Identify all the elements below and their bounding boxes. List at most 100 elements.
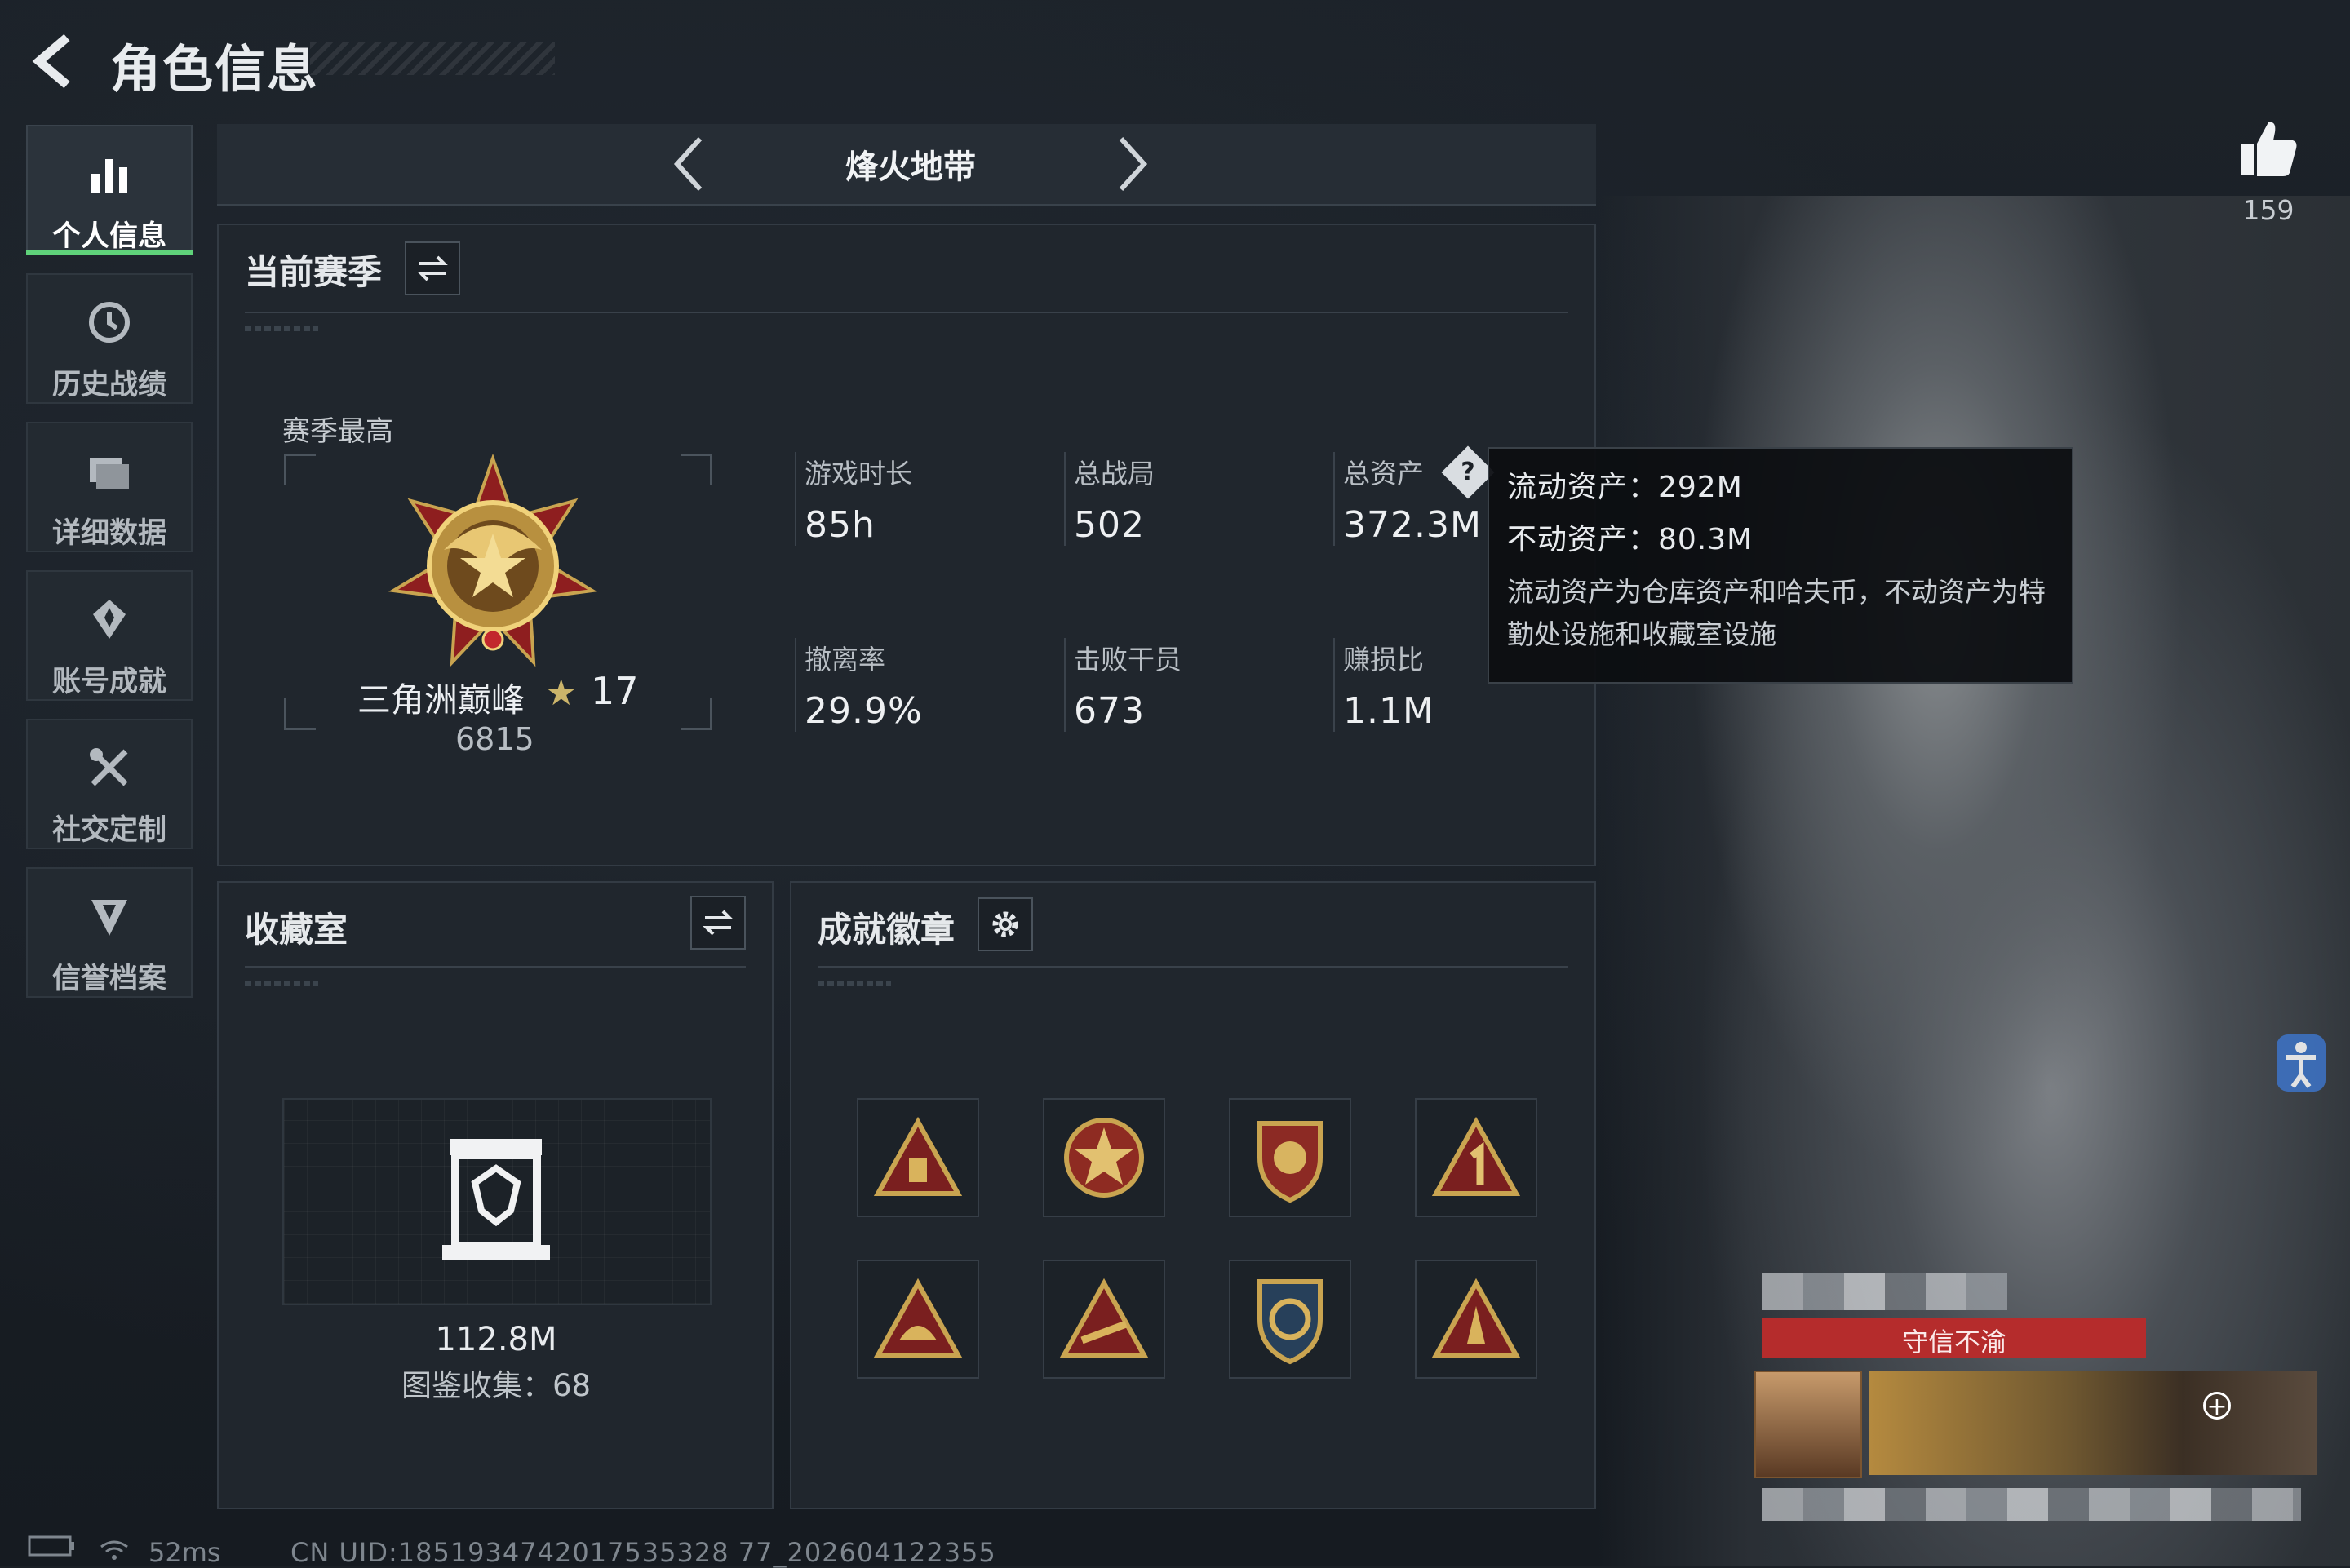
thumbs-up-icon[interactable] — [2236, 116, 2301, 181]
player-card[interactable]: 守信不渝 — [1746, 1315, 2317, 1491]
achievement-icon — [28, 595, 191, 644]
mode-title: 烽火地带 — [845, 148, 976, 186]
accessibility-button[interactable] — [2277, 1034, 2326, 1092]
mode-selector: 烽火地带 — [217, 124, 1596, 206]
badge-slot[interactable] — [1043, 1098, 1165, 1217]
collection-value: 112.8M — [435, 1321, 557, 1358]
sidebar-item-social-custom[interactable]: 社交定制 — [26, 719, 193, 849]
sidebar-item-label: 账号成就 — [51, 666, 166, 698]
ping-latency: 52ms — [149, 1537, 221, 1568]
rank-score: 6815 — [455, 721, 534, 757]
sidebar-item-label: 历史战绩 — [51, 369, 166, 401]
folder-icon — [28, 446, 191, 495]
chevron-right-icon[interactable] — [1098, 134, 1164, 194]
rank-level: 17 — [591, 669, 639, 713]
chevron-left-icon[interactable] — [658, 134, 723, 194]
star-medal-icon — [1064, 1118, 1144, 1198]
rocket-badge-icon — [1431, 1278, 1521, 1358]
wifi-icon — [100, 1540, 128, 1560]
stat-value: 673 — [1074, 690, 1145, 732]
stat-value: 85h — [805, 504, 876, 546]
title-banner-text: 守信不渝 — [1901, 1327, 2006, 1358]
catalog-count: 图鉴收集：68 — [401, 1368, 592, 1403]
stat-label: 游戏时长 — [805, 458, 912, 489]
title-decoration — [310, 42, 555, 75]
badge-slot[interactable] — [857, 1098, 979, 1217]
stat-label: 赚损比 — [1343, 644, 1424, 675]
question-mark-icon: ? — [1461, 458, 1475, 486]
fixed-assets: 不动资产：80.3M — [1507, 523, 1754, 556]
current-season-panel: 当前赛季 赛季最高 三角洲巅峰 ★ 17 6815 游戏时长 85h 总战局 5… — [217, 224, 1596, 866]
collection-room-display[interactable] — [282, 1098, 712, 1305]
stat-value: 502 — [1074, 504, 1145, 546]
help-button[interactable]: ? — [1441, 445, 1495, 499]
title-banner: 守信不渝 — [1762, 1318, 2146, 1358]
stat-label: 击败干员 — [1074, 644, 1182, 675]
rank-star-icon: ★ — [545, 672, 578, 714]
liquid-assets: 流动资产：292M — [1507, 471, 1743, 504]
season-best-label: 赛季最高 — [282, 415, 393, 448]
badge-slot[interactable] — [1229, 1260, 1351, 1379]
history-clock-icon — [28, 298, 191, 347]
sidebar-item-credit-record[interactable]: 信誉档案 — [26, 867, 193, 998]
badge-slot[interactable] — [1229, 1098, 1351, 1217]
frame-corner — [681, 454, 712, 485]
achievement-badges-panel: 成就徽章 — [790, 881, 1596, 1509]
assets-description: 流动资产为仓库资产和哈夫币，不动资产为特勤处设施和收藏室设施 — [1507, 576, 2046, 650]
swap-icon — [417, 255, 448, 281]
bar-chart-icon — [28, 149, 191, 198]
shield-credit-icon — [28, 892, 191, 941]
stat-value: 29.9% — [805, 690, 923, 732]
accessibility-icon — [2286, 1042, 2316, 1088]
collection-panel: 收藏室 112.8M 图鉴收集：68 — [217, 881, 774, 1509]
shield-badge-icon — [1257, 1121, 1323, 1203]
divider — [818, 966, 1568, 968]
stat-value: 1.1M — [1343, 690, 1434, 732]
stat-operators-defeated: 击败干员 673 — [1064, 638, 1182, 732]
badge-slot[interactable] — [1415, 1098, 1537, 1217]
assets-tooltip: 流动资产：292M 不动资产：80.3M 流动资产为仓库资产和哈夫币，不动资产为… — [1488, 447, 2073, 684]
badge-slot[interactable] — [1043, 1260, 1165, 1379]
sidebar-item-history[interactable]: 历史战绩 — [26, 273, 193, 404]
like-count: 159 — [2242, 194, 2295, 226]
display-case-icon — [442, 1139, 550, 1260]
avatar — [1754, 1371, 1862, 1478]
stat-total-matches: 总战局 502 — [1064, 452, 1155, 546]
decoration — [245, 981, 318, 986]
badge-settings-button[interactable] — [978, 897, 1033, 951]
decoration — [818, 981, 891, 986]
collection-title: 收藏室 — [245, 910, 348, 950]
battery-icon — [28, 1535, 74, 1557]
badge-slot[interactable] — [857, 1260, 979, 1379]
rank-emblem-icon — [388, 453, 597, 667]
sidebar-item-label: 个人信息 — [51, 220, 166, 253]
switch-season-button[interactable] — [405, 241, 460, 295]
user-uid: CN UID:1851934742017535328 77_2026041223… — [290, 1537, 996, 1568]
badges-title: 成就徽章 — [818, 910, 956, 950]
add-icon[interactable]: + — [2203, 1392, 2231, 1420]
page-title: 角色信息 — [110, 39, 320, 99]
swap-icon — [703, 910, 734, 936]
blurred-info — [1762, 1488, 2301, 1521]
triangle-badge-icon — [873, 1117, 963, 1196]
badge-slot[interactable] — [1415, 1260, 1537, 1379]
rank-name: 三角洲巅峰 — [357, 680, 525, 720]
frame-corner — [284, 454, 316, 485]
back-arrow-icon[interactable] — [28, 33, 85, 90]
sidebar-item-achievements[interactable]: 账号成就 — [26, 570, 193, 701]
stat-label: 总战局 — [1074, 458, 1155, 489]
number-one-badge-icon — [1431, 1117, 1521, 1196]
helmet-badge-icon — [873, 1278, 963, 1358]
stat-profit-loss-ratio: 赚损比 1.1M — [1333, 638, 1434, 732]
season-title: 当前赛季 — [245, 252, 383, 292]
blurred-name — [1762, 1273, 2007, 1310]
frame-corner — [284, 698, 316, 730]
card-background-image — [1869, 1371, 2317, 1475]
sidebar-item-personal-info[interactable]: 个人信息 — [26, 125, 193, 255]
switch-collection-button[interactable] — [690, 896, 746, 950]
stat-value: 372.3M — [1343, 504, 1482, 546]
stat-label: 撤离率 — [805, 644, 885, 675]
sidebar: 个人信息 历史战绩 详细数据 账号成就 社交定制 信誉档案 — [26, 125, 194, 1016]
sidebar-item-detailed-data[interactable]: 详细数据 — [26, 422, 193, 552]
weapon-badge-icon — [1059, 1278, 1149, 1358]
